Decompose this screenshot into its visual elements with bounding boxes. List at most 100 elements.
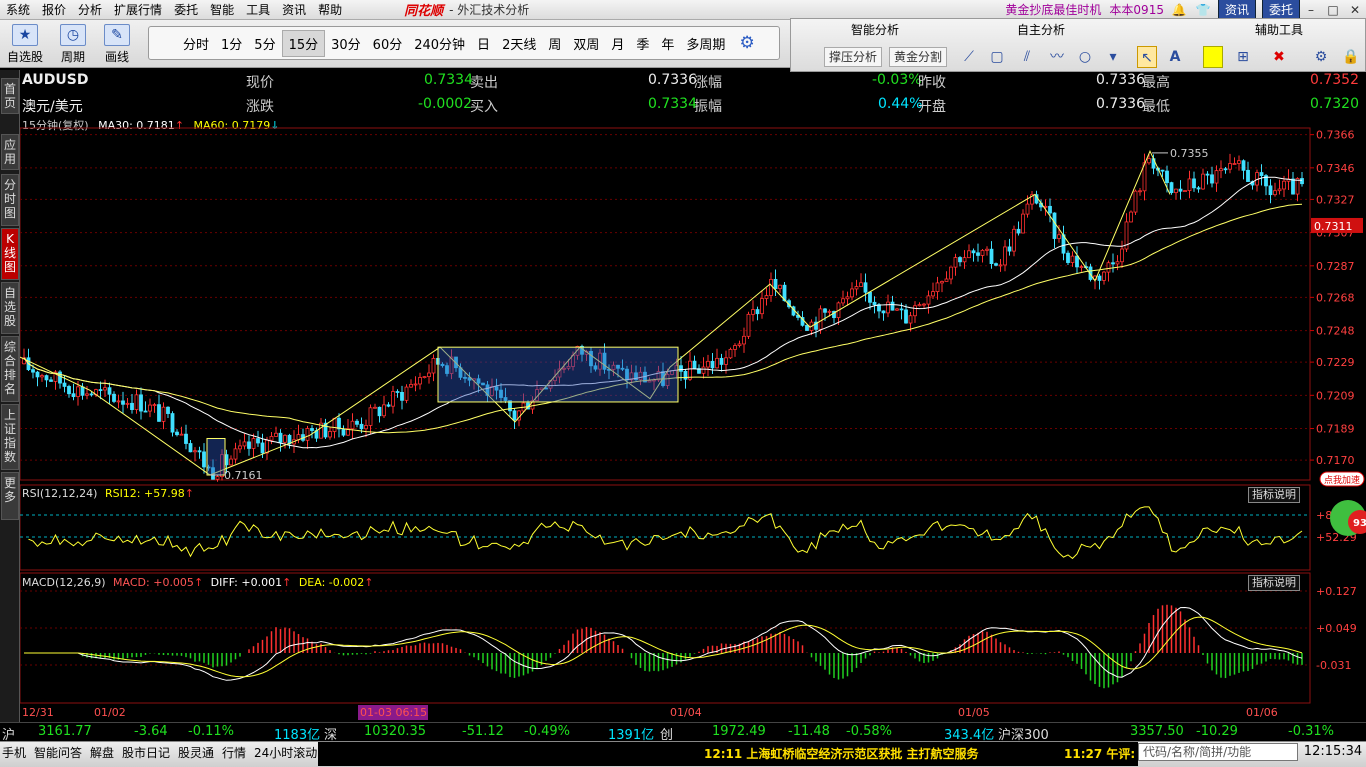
draw-line-button[interactable]: ✎ 画线 [98,24,136,66]
macd-legend: MACD(12,26,9) MACD: +0.005↑ DIFF: +0.001… [22,576,373,589]
candle-body [179,433,184,436]
tool-settings-icon[interactable]: ⚙ [1311,46,1331,68]
bottom-market[interactable]: 行情 [222,744,246,761]
menu-tools[interactable]: 工具 [240,1,276,18]
code-search-input[interactable]: 代码/名称/简拼/功能 [1138,743,1298,761]
price-tick-label: 0.7327 [1316,193,1355,206]
speedup-ad[interactable]: 点我加速 93 [1318,468,1366,538]
menu-system[interactable]: 系统 [0,1,36,18]
date-axis-label: 12/31 [22,706,54,719]
gear-icon[interactable]: ⚙ [739,33,754,53]
wave-tool-icon[interactable]: 〰 [1047,46,1067,68]
sidetab-apps[interactable]: 应用 [1,134,19,170]
candle-body [427,372,431,378]
toolbar: ★ 自选股 ◷ 周期 ✎ 画线 分时 1分 5分 15分 30分 60分 240… [0,20,790,68]
close-icon[interactable]: ✕ [1344,1,1366,19]
kline-chart[interactable]: 0.73660.73460.73270.73070.72870.72680.72… [20,70,1366,722]
color-picker-icon[interactable] [1203,46,1223,68]
save-layout-icon[interactable]: ⊞ [1233,46,1253,68]
period-2day[interactable]: 2天线 [496,31,542,56]
smart-analysis-header: 智能分析 [851,23,900,37]
period-30min[interactable]: 30分 [325,31,367,56]
bottom-mobile[interactable]: 手机 [2,744,26,761]
price-tick-label: 0.7170 [1316,454,1355,467]
sidetab-watchlist[interactable]: 自选股 [1,282,19,334]
period-5min[interactable]: 5分 [248,31,281,56]
menu-quote[interactable]: 报价 [36,1,72,18]
rsi-help-button[interactable]: 指标说明 [1248,487,1300,503]
candle-body [170,413,175,433]
macd-help-button[interactable]: 指标说明 [1248,575,1300,591]
news-button[interactable]: 资讯 [1217,0,1256,20]
watchlist-button[interactable]: ★ 自选股 [6,24,44,66]
delete-icon[interactable]: ✖ [1269,46,1289,68]
main-panel-border [20,127,1311,481]
sidetab-timeshare[interactable]: 分时图 [1,174,19,226]
period-2week[interactable]: 双周 [567,31,605,56]
bell-icon[interactable]: 🔔 [1170,2,1188,18]
period-button[interactable]: ◷ 周期 [54,24,92,66]
candle-body [1003,246,1007,266]
cursor-tool-icon[interactable]: ↖ [1137,46,1157,68]
period-quarter[interactable]: 季 [630,31,655,56]
trade-button[interactable]: 委托 [1261,0,1300,20]
bottom-analysis[interactable]: 解盘 [90,744,114,761]
bottom-diary[interactable]: 股市日记 [122,744,170,761]
draw-line-label: 画线 [104,50,129,64]
candle-body [1057,234,1061,239]
menu-news[interactable]: 资讯 [276,1,312,18]
sidetab-ranking[interactable]: 综合排名 [1,336,19,402]
support-pressure-button[interactable]: 撑压分析 [824,47,883,67]
bottom-stock-assistant[interactable]: 股灵通 [178,744,214,761]
period-60min[interactable]: 60分 [367,31,409,56]
sidetab-more[interactable]: 更多 [1,472,19,520]
diff-value: DIFF: +0.001 [210,576,283,589]
text-tool-icon[interactable]: A [1165,46,1185,68]
candle-body [31,369,35,373]
maximize-icon[interactable]: □ [1322,1,1344,19]
menu-help[interactable]: 帮助 [312,1,348,18]
candle-body [395,391,400,393]
circle-tool-icon[interactable]: ○ [1075,46,1095,68]
period-year[interactable]: 年 [655,31,680,56]
candle-body [409,384,413,388]
menu-analysis[interactable]: 分析 [72,1,108,18]
more-tools-icon[interactable]: ▾ [1103,46,1123,68]
menu-extended-quote[interactable]: 扩展行情 [108,1,168,18]
news-ticker[interactable]: 12:11 上海虹桥临空经济示范区获批 主打航空服务 11:27 午评: [318,742,1138,766]
candle-body [283,434,287,443]
candle-body [1282,180,1286,190]
bottom-24h-news[interactable]: 24小时滚动 [254,744,317,761]
news-headline[interactable]: 12:11 上海虹桥临空经济示范区获批 主打航空服务 [704,745,979,762]
candle-body [1012,228,1016,252]
version-link[interactable]: 本本0915 [1109,1,1164,18]
shirt-icon[interactable]: 👕 [1194,2,1212,18]
menu-smart[interactable]: 智能 [204,1,240,18]
sidetab-home[interactable]: 首页 [1,78,19,114]
golden-section-button[interactable]: 黄金分割 [889,47,948,67]
minimize-icon[interactable]: – [1300,1,1322,19]
news-headline-2[interactable]: 11:27 午评: [1064,745,1135,762]
index-ticker-bar: 沪 3161.77 -3.64 -0.11% 1183亿 深 10320.35 … [0,722,1366,743]
low-annotation: 0.7161 [224,469,263,482]
period-timeshare[interactable]: 分时 [177,31,215,56]
candle-body [1268,185,1273,196]
period-month[interactable]: 月 [605,31,630,56]
menu-trade[interactable]: 委托 [168,1,204,18]
channel-tool-icon[interactable]: ⫽ [1017,46,1037,68]
rsi-name: RSI(12,12,24) [22,487,98,500]
sidetab-kline[interactable]: K线图 [1,228,19,280]
period-week[interactable]: 周 [542,31,567,56]
period-15min[interactable]: 15分 [281,29,326,57]
period-240min[interactable]: 240分钟 [408,31,471,56]
line-tool-icon[interactable]: ⟋ [959,46,979,68]
date-axis-label: 01/06 [1246,706,1278,719]
lock-icon[interactable]: 🔒 [1341,46,1361,68]
period-multi[interactable]: 多周期 [680,31,731,56]
sidetab-shanghai-index[interactable]: 上证指数 [1,404,19,470]
promo-link[interactable]: 黄金抄底最佳时机 [1005,1,1101,18]
period-day[interactable]: 日 [471,31,496,56]
bottom-qa[interactable]: 智能问答 [34,744,82,761]
period-1min[interactable]: 1分 [215,31,248,56]
rect-tool-icon[interactable]: ▢ [987,46,1007,68]
